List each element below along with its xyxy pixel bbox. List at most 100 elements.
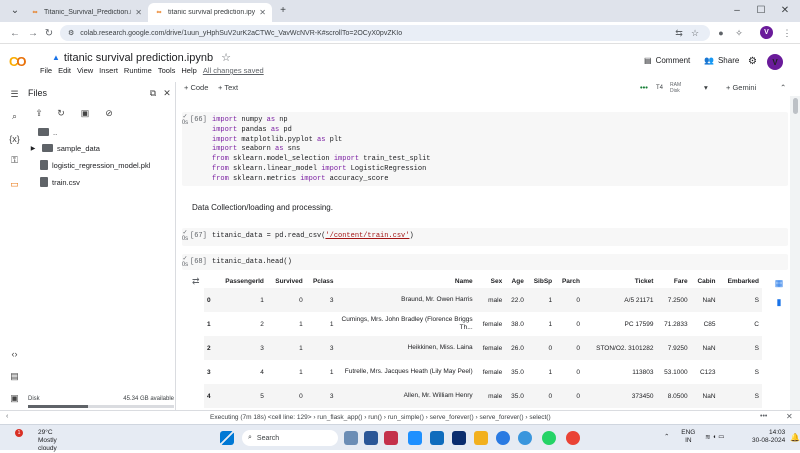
wifi-icon[interactable]: ≋ [705, 434, 710, 441]
file-tree-item-pkl[interactable]: logistic_regression_model.pkl [40, 158, 150, 172]
code-editor[interactable]: titanic_data.head() [212, 258, 292, 268]
row-index: 0 [204, 288, 216, 312]
star-icon[interactable]: ☆ [221, 51, 231, 64]
notebook-title[interactable]: ▲ titanic survival prediction.ipynb ☆ [52, 51, 231, 65]
tray-expand-icon[interactable]: ⌃ [664, 434, 669, 441]
add-text-button[interactable]: + Text [218, 83, 238, 92]
variables-icon[interactable]: {x} [8, 132, 21, 145]
share-button[interactable]: 👥 Share [704, 56, 739, 65]
minimize-button[interactable]: – [726, 2, 748, 18]
code-cell-66[interactable]: ✓ 0s [66] import numpy as np import pandas… [182, 112, 788, 186]
collapse-header-icon[interactable]: ⌃ [780, 83, 786, 92]
browser-tab-2[interactable]: ∞ titanic survival prediction.ipynb ✕ [148, 3, 272, 22]
secrets-key-icon[interactable]: ⚿ [8, 154, 21, 167]
open-in-tab-icon[interactable]: ⧉ [146, 86, 160, 100]
profile-avatar[interactable]: V [760, 26, 773, 39]
scroll-left-icon[interactable]: ‹ [6, 413, 8, 420]
battery-icon[interactable]: ▭ [718, 434, 724, 441]
menu-tools[interactable]: Tools [158, 66, 176, 75]
language-indicator[interactable]: ENG IN [681, 429, 695, 445]
code-cell-68[interactable]: ✓ 0s [68] titanic_data.head() [182, 254, 788, 270]
reload-icon[interactable]: ↻ [42, 26, 56, 40]
parent-folder-row[interactable]: .. [38, 125, 57, 139]
expand-arrow-icon[interactable]: ▶ [28, 145, 38, 152]
app-icon[interactable] [364, 431, 378, 445]
windows-start-icon[interactable] [220, 431, 234, 445]
menu-insert[interactable]: Insert [99, 66, 118, 75]
menu-help[interactable]: Help [181, 66, 196, 75]
output-actions-icon[interactable]: ⇄ [192, 276, 200, 287]
menu-file[interactable]: File [40, 66, 52, 75]
new-tab-button[interactable]: + [272, 2, 294, 18]
runtime-dropdown-icon[interactable]: ▾ [704, 83, 708, 92]
colab-logo[interactable]: CO [9, 54, 33, 69]
site-info-icon[interactable]: ⚙ [68, 29, 74, 37]
suggest-charts-icon[interactable]: ▮ [773, 296, 785, 308]
file-tree-item-train-csv[interactable]: train.csv [40, 175, 80, 189]
upload-file-icon[interactable]: ⇪ [32, 106, 46, 120]
save-status-link[interactable]: All changes saved [203, 66, 264, 75]
code-editor[interactable]: import numpy as np import pandas as pd imp… [212, 116, 430, 185]
close-window-button[interactable]: ✕ [774, 2, 796, 18]
table-cell: female [475, 336, 506, 360]
volume-icon[interactable]: ◖ [712, 434, 716, 441]
translate-icon[interactable]: ⇆ [672, 26, 686, 40]
account-avatar[interactable]: V [767, 54, 783, 70]
terminal-icon[interactable]: ▣ [8, 392, 21, 405]
gemini-button[interactable]: + Gemini [726, 83, 756, 92]
code-cell-67[interactable]: ✓ 0s [67] titanic_data = pd.read_csv('/co… [182, 228, 788, 246]
file-explorer-icon[interactable] [474, 431, 488, 445]
cell-run-status-icon[interactable]: ✓ 0s [180, 230, 190, 242]
hide-files-icon[interactable]: ⊘ [102, 106, 116, 120]
close-tab-icon[interactable]: ✕ [259, 8, 266, 17]
app-icon[interactable] [430, 431, 444, 445]
search-icon[interactable]: ⌕ [8, 110, 21, 123]
extension-icon[interactable]: ● [714, 26, 728, 40]
text-cell[interactable]: Data Collection/loading and processing. [192, 203, 790, 212]
browser-menu-icon[interactable]: ⋮ [780, 26, 794, 40]
code-snippets-icon[interactable]: ‹› [8, 347, 21, 360]
app-icon[interactable] [408, 431, 422, 445]
app-icon[interactable] [452, 431, 466, 445]
address-bar[interactable]: ⚙ colab.research.google.com/drive/1uun_y… [60, 25, 710, 41]
mount-drive-icon[interactable]: ▣ [78, 106, 92, 120]
tab-search-icon[interactable]: ⌄ [4, 2, 26, 18]
settings-gear-icon[interactable]: ⚙ [748, 56, 757, 67]
comment-button[interactable]: ▤ Comment [644, 56, 690, 65]
task-view-icon[interactable] [344, 431, 358, 445]
menu-view[interactable]: View [77, 66, 93, 75]
refresh-icon[interactable]: ↻ [54, 106, 68, 120]
forward-icon[interactable]: → [26, 26, 40, 40]
interactive-table-icon[interactable]: ▦ [773, 277, 785, 289]
cell-run-status-icon[interactable]: ✓ 0s [180, 256, 190, 268]
table-of-contents-icon[interactable]: ☰ [8, 88, 21, 101]
bookmark-star-icon[interactable]: ☆ [688, 26, 702, 40]
browser-tab-1[interactable]: ∞ Titanic_Survival_Prediction.ipynb ✕ [24, 3, 148, 22]
menu-edit[interactable]: Edit [58, 66, 71, 75]
maximize-button[interactable]: ☐ [750, 2, 772, 18]
edge-icon[interactable] [496, 431, 510, 445]
cell-run-status-icon[interactable]: ✓ 0s [180, 114, 190, 126]
files-folder-icon[interactable]: ▭ [8, 178, 21, 191]
chrome-icon[interactable] [566, 431, 580, 445]
add-code-button[interactable]: + Code [184, 83, 208, 92]
notification-bell-icon[interactable]: 🔔 [790, 433, 800, 442]
vertical-scrollbar[interactable] [790, 96, 800, 410]
resource-monitor[interactable]: RAM Disk [670, 82, 700, 94]
execution-status[interactable]: Executing (7m 18s) <cell line: 129> › ru… [210, 414, 551, 421]
close-panel-icon[interactable]: ✕ [160, 86, 174, 100]
taskbar-search[interactable]: ⌕ Search [242, 430, 338, 446]
close-status-icon[interactable]: ✕ [786, 412, 793, 421]
copilot-icon[interactable] [384, 431, 398, 445]
command-palette-icon[interactable]: ▤ [8, 370, 21, 383]
close-tab-icon[interactable]: ✕ [135, 8, 142, 17]
clock[interactable]: 14:03 30-08-2024 [752, 429, 785, 445]
app-icon[interactable] [518, 431, 532, 445]
menu-runtime[interactable]: Runtime [124, 66, 152, 75]
code-editor[interactable]: titanic_data = pd.read_csv('/content/tra… [212, 232, 414, 242]
extensions-puzzle-icon[interactable]: ✧ [732, 26, 746, 40]
back-icon[interactable]: ← [8, 26, 22, 40]
file-tree-item-sample-data[interactable]: ▶ sample_data [28, 141, 100, 155]
whatsapp-icon[interactable] [542, 431, 556, 445]
more-options-icon[interactable]: ••• [760, 413, 767, 420]
